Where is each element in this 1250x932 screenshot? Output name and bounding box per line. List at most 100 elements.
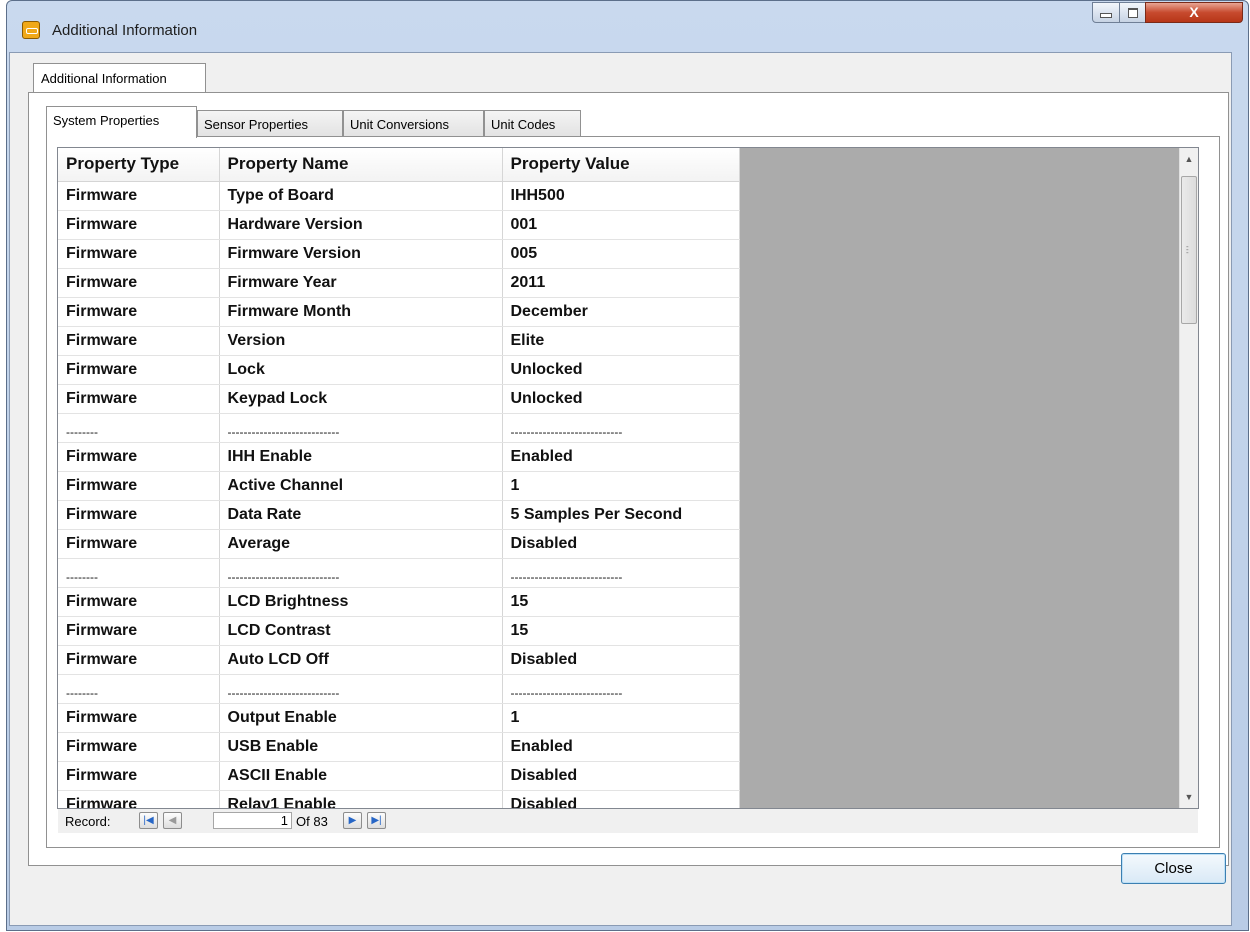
cell-property-type[interactable]: Firmware: [58, 326, 220, 356]
scrollbar-thumb[interactable]: ---: [1181, 176, 1197, 324]
cell-property-value[interactable]: 15: [502, 616, 740, 646]
maximize-button[interactable]: [1119, 2, 1146, 23]
cell-property-value[interactable]: Elite: [502, 326, 740, 356]
table-row[interactable]: Firmware Output Enable 1: [58, 703, 740, 733]
cell-property-name[interactable]: Average: [219, 529, 503, 559]
cell-property-value[interactable]: Disabled: [502, 645, 740, 675]
cell-property-type[interactable]: Firmware: [58, 645, 220, 675]
table-row[interactable]: Firmware Active Channel 1: [58, 471, 740, 501]
cell-property-name[interactable]: ASCII Enable: [219, 761, 503, 791]
table-row[interactable]: Firmware Keypad Lock Unlocked: [58, 384, 740, 414]
cell-property-value[interactable]: Enabled: [502, 732, 740, 762]
table-row[interactable]: Firmware ASCII Enable Disabled: [58, 761, 740, 791]
table-row[interactable]: Firmware LCD Brightness 15: [58, 587, 740, 617]
table-row[interactable]: Firmware Auto LCD Off Disabled: [58, 645, 740, 675]
cell-property-value[interactable]: ----------------------------: [502, 413, 740, 443]
cell-property-value[interactable]: 001: [502, 210, 740, 240]
cell-property-type[interactable]: Firmware: [58, 355, 220, 385]
cell-property-type[interactable]: Firmware: [58, 529, 220, 559]
column-header-property-value[interactable]: Property Value: [502, 148, 740, 182]
table-row[interactable]: Firmware Data Rate 5 Samples Per Second: [58, 500, 740, 530]
table-row[interactable]: Firmware Hardware Version 001: [58, 210, 740, 240]
cell-property-value[interactable]: 005: [502, 239, 740, 269]
next-record-button[interactable]: ▶: [343, 812, 362, 829]
table-row[interactable]: Firmware Firmware Month December: [58, 297, 740, 327]
table-row[interactable]: Firmware Version Elite: [58, 326, 740, 356]
cell-property-value[interactable]: Disabled: [502, 529, 740, 559]
cell-property-name[interactable]: Hardware Version: [219, 210, 503, 240]
vertical-scrollbar[interactable]: ▲ --- ▼: [1179, 148, 1198, 808]
tab-additional-information[interactable]: Additional Information: [33, 63, 206, 93]
cell-property-name[interactable]: ----------------------------: [219, 413, 503, 443]
cell-property-type[interactable]: Firmware: [58, 442, 220, 472]
table-row[interactable]: Firmware Lock Unlocked: [58, 355, 740, 385]
cell-property-type[interactable]: Firmware: [58, 732, 220, 762]
cell-property-name[interactable]: Active Channel: [219, 471, 503, 501]
cell-property-name[interactable]: USB Enable: [219, 732, 503, 762]
scroll-up-arrow-icon[interactable]: ▲: [1180, 150, 1198, 168]
cell-property-type[interactable]: Firmware: [58, 616, 220, 646]
current-record-input[interactable]: 1: [213, 812, 292, 829]
cell-property-type[interactable]: --------: [58, 558, 220, 588]
cell-property-value[interactable]: Unlocked: [502, 384, 740, 414]
table-row[interactable]: Firmware IHH Enable Enabled: [58, 442, 740, 472]
cell-property-name[interactable]: Output Enable: [219, 703, 503, 733]
cell-property-name[interactable]: ----------------------------: [219, 558, 503, 588]
table-row[interactable]: Firmware LCD Contrast 15: [58, 616, 740, 646]
cell-property-value[interactable]: ----------------------------: [502, 558, 740, 588]
cell-property-value[interactable]: Disabled: [502, 761, 740, 791]
table-row[interactable]: Firmware Type of Board IHH500: [58, 181, 740, 211]
cell-property-name[interactable]: Firmware Version: [219, 239, 503, 269]
table-row[interactable]: Firmware Relay1 Enable Disabled: [58, 790, 740, 808]
tab-unit-conversions[interactable]: Unit Conversions: [343, 110, 484, 137]
cell-property-name[interactable]: Relay1 Enable: [219, 790, 503, 808]
cell-property-value[interactable]: Enabled: [502, 442, 740, 472]
cell-property-value[interactable]: 5 Samples Per Second: [502, 500, 740, 530]
table-row[interactable]: Firmware USB Enable Enabled: [58, 732, 740, 762]
cell-property-name[interactable]: IHH Enable: [219, 442, 503, 472]
properties-grid[interactable]: Property Type Property Name Property Val…: [57, 147, 1199, 809]
cell-property-type[interactable]: Firmware: [58, 471, 220, 501]
first-record-button[interactable]: |◀: [139, 812, 158, 829]
tab-system-properties[interactable]: System Properties: [46, 106, 197, 138]
table-row[interactable]: Firmware Average Disabled: [58, 529, 740, 559]
tab-unit-codes[interactable]: Unit Codes: [484, 110, 581, 137]
cell-property-name[interactable]: Type of Board: [219, 181, 503, 211]
cell-property-name[interactable]: Data Rate: [219, 500, 503, 530]
cell-property-type[interactable]: --------: [58, 674, 220, 704]
last-record-button[interactable]: ▶|: [367, 812, 386, 829]
cell-property-name[interactable]: Firmware Year: [219, 268, 503, 298]
previous-record-button[interactable]: ◀: [163, 812, 182, 829]
close-button[interactable]: Close: [1121, 853, 1226, 884]
window-close-button[interactable]: X: [1145, 2, 1243, 23]
cell-property-name[interactable]: Version: [219, 326, 503, 356]
cell-property-type[interactable]: Firmware: [58, 761, 220, 791]
cell-property-value[interactable]: IHH500: [502, 181, 740, 211]
cell-property-type[interactable]: Firmware: [58, 297, 220, 327]
column-header-property-type[interactable]: Property Type: [58, 148, 220, 182]
table-row[interactable]: -------- ---------------------------- ----…: [58, 674, 740, 704]
cell-property-type[interactable]: Firmware: [58, 239, 220, 269]
cell-property-value[interactable]: ----------------------------: [502, 674, 740, 704]
cell-property-type[interactable]: Firmware: [58, 587, 220, 617]
cell-property-name[interactable]: ----------------------------: [219, 674, 503, 704]
table-row[interactable]: Firmware Firmware Year 2011: [58, 268, 740, 298]
title-bar[interactable]: Additional Information X: [7, 1, 1248, 59]
tab-sensor-properties[interactable]: Sensor Properties: [197, 110, 343, 137]
scroll-down-arrow-icon[interactable]: ▼: [1180, 788, 1198, 806]
cell-property-name[interactable]: LCD Contrast: [219, 616, 503, 646]
minimize-button[interactable]: [1092, 2, 1120, 23]
table-row[interactable]: Firmware Firmware Version 005: [58, 239, 740, 269]
cell-property-value[interactable]: Unlocked: [502, 355, 740, 385]
cell-property-name[interactable]: LCD Brightness: [219, 587, 503, 617]
cell-property-type[interactable]: Firmware: [58, 268, 220, 298]
column-header-property-name[interactable]: Property Name: [219, 148, 503, 182]
cell-property-type[interactable]: Firmware: [58, 181, 220, 211]
cell-property-name[interactable]: Keypad Lock: [219, 384, 503, 414]
cell-property-value[interactable]: December: [502, 297, 740, 327]
cell-property-type[interactable]: Firmware: [58, 790, 220, 808]
table-row[interactable]: -------- ---------------------------- ----…: [58, 558, 740, 588]
cell-property-type[interactable]: Firmware: [58, 384, 220, 414]
cell-property-name[interactable]: Firmware Month: [219, 297, 503, 327]
cell-property-value[interactable]: 2011: [502, 268, 740, 298]
